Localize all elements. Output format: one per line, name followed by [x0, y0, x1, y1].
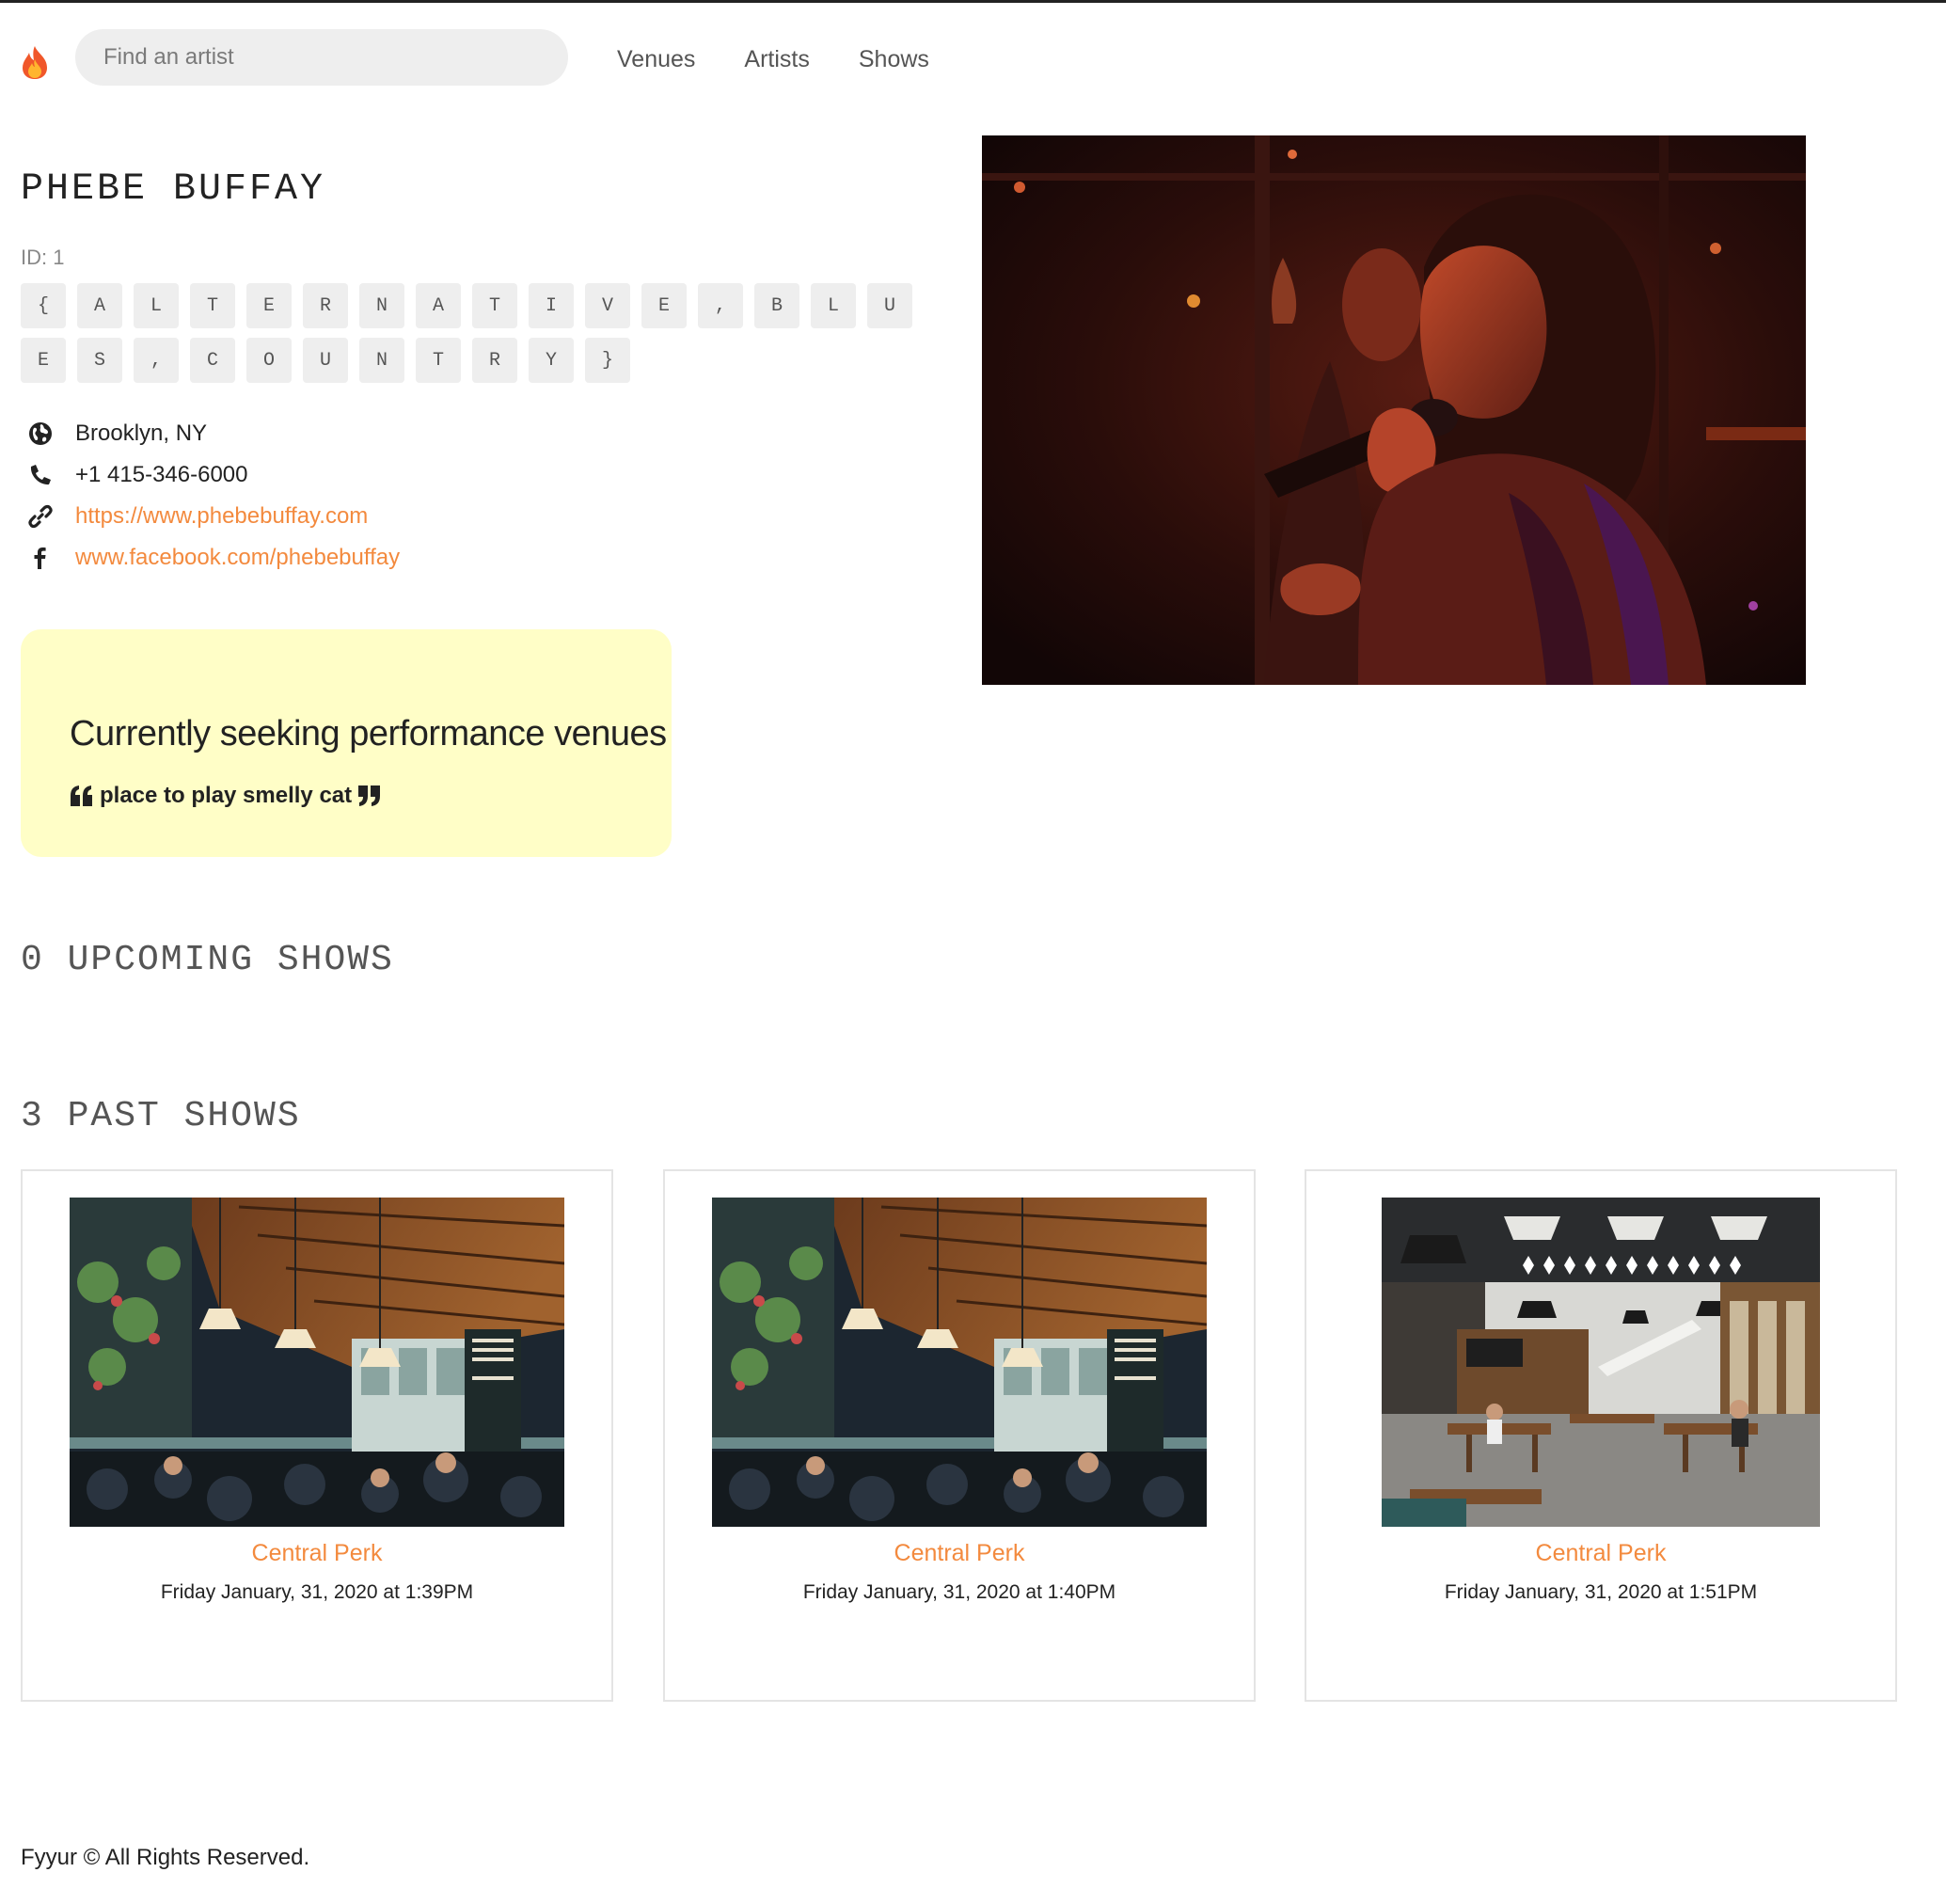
genre-chip: V	[585, 283, 630, 328]
past-show-card[interactable]: Central Perk Friday January, 31, 2020 at…	[1305, 1169, 1897, 1702]
seeking-description: place to play smelly cat	[100, 783, 353, 808]
seeking-description-row: place to play smelly cat	[70, 783, 672, 809]
genre-chip: Y	[529, 338, 574, 383]
genre-chip: L	[134, 283, 179, 328]
genre-chip: N	[359, 283, 404, 328]
top-navbar: Venues Artists Shows	[0, 3, 1946, 116]
genre-chip: L	[811, 283, 856, 328]
genre-chip: U	[303, 338, 348, 383]
genre-chip: }	[585, 338, 630, 383]
nav-link-artists[interactable]: Artists	[744, 46, 809, 73]
genre-chip: ,	[698, 283, 743, 328]
genre-chip: T	[472, 283, 517, 328]
artist-info: Brooklyn, NY +1 415-346-6000 https://www…	[28, 413, 400, 579]
genre-chip: O	[246, 338, 292, 383]
genre-chip: ,	[134, 338, 179, 383]
genre-chip: R	[472, 338, 517, 383]
upcoming-shows-title: 0 UPCOMING SHOWS	[21, 940, 394, 980]
info-row-website: https://www.phebebuffay.com	[28, 496, 400, 537]
genre-chip: U	[867, 283, 912, 328]
seeking-venue-box: Currently seeking performance venues pla…	[21, 629, 672, 857]
info-row-phone: +1 415-346-6000	[28, 454, 400, 496]
genre-chip: A	[416, 283, 461, 328]
info-row-facebook: www.facebook.com/phebebuffay	[28, 537, 400, 579]
genre-chip: R	[303, 283, 348, 328]
link-icon	[28, 503, 60, 530]
genre-chip: E	[21, 338, 66, 383]
past-shows-title: 3 PAST SHOWS	[21, 1096, 301, 1136]
genre-chip: E	[246, 283, 292, 328]
genre-chip: E	[641, 283, 687, 328]
artist-id: ID: 1	[21, 246, 65, 269]
show-start-time: Friday January, 31, 2020 at 1:39PM	[160, 1581, 474, 1603]
globe-icon	[28, 420, 60, 447]
artist-website-link[interactable]: https://www.phebebuffay.com	[75, 503, 368, 530]
genre-chip: T	[416, 338, 461, 383]
genre-chip: A	[77, 283, 122, 328]
genre-list: { A L T E R N A T I V E , B L U E S , C …	[21, 283, 942, 383]
genre-chip: I	[529, 283, 574, 328]
genre-chip: T	[190, 283, 235, 328]
venue-image[interactable]	[70, 1198, 564, 1527]
artist-name: PHEBE BUFFAY	[21, 168, 326, 211]
venue-image[interactable]	[712, 1198, 1207, 1527]
facebook-icon	[28, 545, 60, 571]
past-show-card[interactable]: Central Perk Friday January, 31, 2020 at…	[663, 1169, 1256, 1702]
past-show-card[interactable]: Central Perk Friday January, 31, 2020 at…	[21, 1169, 613, 1702]
nav-link-shows[interactable]: Shows	[859, 46, 929, 73]
genre-chip: {	[21, 283, 66, 328]
show-start-time: Friday January, 31, 2020 at 1:51PM	[1444, 1581, 1758, 1603]
footer-copyright: Fyyur © All Rights Reserved.	[21, 1845, 310, 1870]
show-venue-link[interactable]: Central Perk	[23, 1540, 611, 1567]
genre-chip: B	[754, 283, 799, 328]
quote-right-icon	[357, 785, 382, 807]
quote-left-icon	[70, 785, 94, 807]
nav-links: Venues Artists Shows	[617, 46, 929, 73]
artist-city-state: Brooklyn, NY	[75, 420, 208, 446]
artist-photo	[982, 135, 1806, 685]
artist-facebook-link[interactable]: www.facebook.com/phebebuffay	[75, 545, 400, 571]
genre-chip: N	[359, 338, 404, 383]
show-venue-link[interactable]: Central Perk	[1306, 1540, 1895, 1567]
genre-chip: C	[190, 338, 235, 383]
genre-chip: S	[77, 338, 122, 383]
nav-link-venues[interactable]: Venues	[617, 46, 695, 73]
show-start-time: Friday January, 31, 2020 at 1:40PM	[802, 1581, 1116, 1603]
seeking-title: Currently seeking performance venues	[70, 714, 667, 754]
artist-phone: +1 415-346-6000	[75, 462, 248, 487]
fire-logo-icon[interactable]	[19, 44, 51, 80]
info-row-location: Brooklyn, NY	[28, 413, 400, 454]
show-venue-link[interactable]: Central Perk	[665, 1540, 1254, 1567]
phone-icon	[28, 462, 60, 488]
search-input[interactable]	[75, 29, 568, 86]
venue-image[interactable]	[1382, 1198, 1820, 1527]
